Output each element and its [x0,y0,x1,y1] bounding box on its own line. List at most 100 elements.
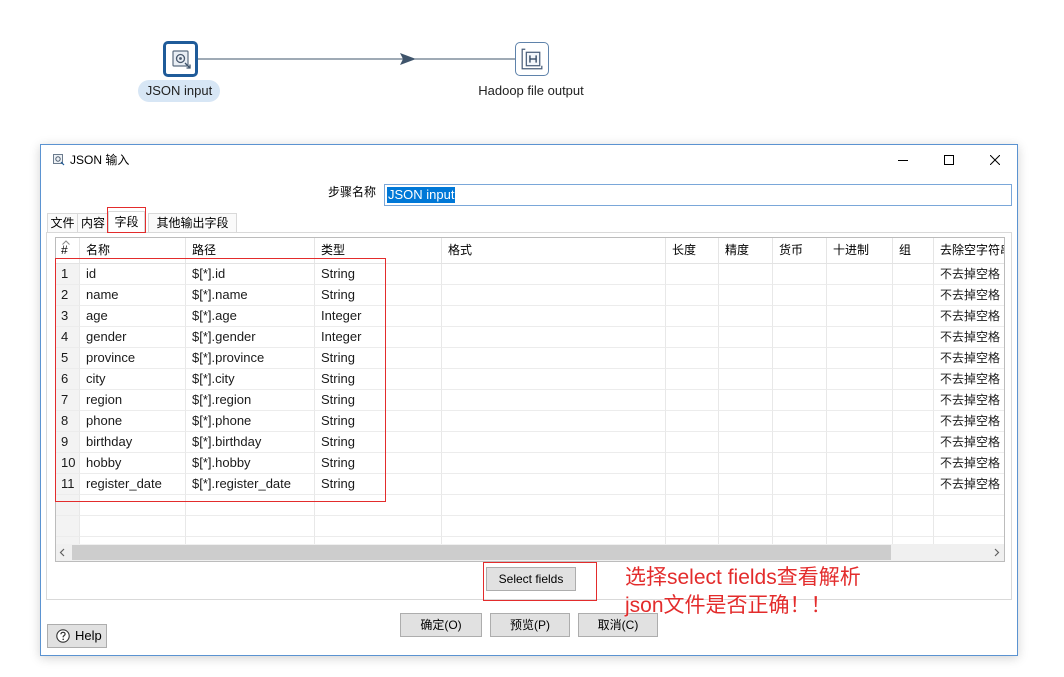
cell-empty[interactable] [893,516,934,537]
cell-empty[interactable] [80,537,186,544]
cell-trim[interactable]: 不去掉空格 [934,474,1004,495]
cell-trim[interactable]: 不去掉空格 [934,453,1004,474]
cell-format[interactable] [442,285,666,306]
cell-group[interactable] [893,411,934,432]
title-bar[interactable]: JSON 输入 [41,145,1017,175]
cell-precision[interactable] [719,369,773,390]
step-name-input[interactable]: JSON input [384,184,1012,206]
horizontal-scrollbar[interactable] [56,544,1004,561]
cell-empty[interactable] [719,537,773,544]
cell-length[interactable] [666,474,719,495]
cell-format[interactable] [442,327,666,348]
cell-group[interactable] [893,285,934,306]
cell-precision[interactable] [719,474,773,495]
cell-empty[interactable] [442,495,666,516]
cell-precision[interactable] [719,390,773,411]
column-header-decimal[interactable]: 十进制 [827,238,893,263]
cell-format[interactable] [442,411,666,432]
cell-trim[interactable]: 不去掉空格 [934,369,1004,390]
cell-length[interactable] [666,264,719,285]
cell-format[interactable] [442,348,666,369]
cell-currency[interactable] [773,327,827,348]
cell-group[interactable] [893,264,934,285]
cell-length[interactable] [666,369,719,390]
cell-empty[interactable] [773,537,827,544]
cell-decimal[interactable] [827,474,893,495]
cell-decimal[interactable] [827,264,893,285]
column-header-format[interactable]: 格式 [442,238,666,263]
cell-length[interactable] [666,306,719,327]
column-header-length[interactable]: 长度 [666,238,719,263]
cell-format[interactable] [442,306,666,327]
cell-length[interactable] [666,390,719,411]
cell-group[interactable] [893,453,934,474]
cell-format[interactable] [442,369,666,390]
cell-precision[interactable] [719,264,773,285]
cell-empty[interactable] [934,537,1004,544]
cell-currency[interactable] [773,264,827,285]
tab-content[interactable]: 内容 [77,213,109,233]
cell-group[interactable] [893,369,934,390]
maximize-button[interactable] [926,145,972,175]
close-button[interactable] [972,145,1018,175]
cell-empty[interactable] [186,537,315,544]
cell-empty[interactable] [719,516,773,537]
cell-trim[interactable]: 不去掉空格 [934,432,1004,453]
cell-precision[interactable] [719,453,773,474]
json-input-step-icon[interactable] [163,41,198,77]
cell-format[interactable] [442,432,666,453]
cell-format[interactable] [442,474,666,495]
cell-empty[interactable] [773,495,827,516]
cell-decimal[interactable] [827,306,893,327]
cell-decimal[interactable] [827,285,893,306]
cell-empty[interactable] [773,516,827,537]
cell-trim[interactable]: 不去掉空格 [934,327,1004,348]
cell-length[interactable] [666,285,719,306]
cell-precision[interactable] [719,348,773,369]
cell-group[interactable] [893,348,934,369]
cell-currency[interactable] [773,369,827,390]
cell-decimal[interactable] [827,348,893,369]
cell-trim[interactable]: 不去掉空格 [934,348,1004,369]
cell-currency[interactable] [773,285,827,306]
scroll-left-icon[interactable] [56,544,72,561]
cell-length[interactable] [666,348,719,369]
cell-decimal[interactable] [827,432,893,453]
cell-empty[interactable] [827,495,893,516]
tab-file[interactable]: 文件 [47,213,78,233]
cell-currency[interactable] [773,390,827,411]
ok-button[interactable]: 确定(O) [400,613,482,637]
cell-trim[interactable]: 不去掉空格 [934,411,1004,432]
cell-precision[interactable] [719,411,773,432]
column-header-group[interactable]: 组 [893,238,934,263]
cell-group[interactable] [893,474,934,495]
hop-arrow-icon[interactable] [197,50,517,68]
cell-length[interactable] [666,453,719,474]
cell-group[interactable] [893,327,934,348]
cell-empty[interactable] [666,537,719,544]
cell-trim[interactable]: 不去掉空格 [934,306,1004,327]
tab-additional-output-fields[interactable]: 其他输出字段 [148,213,237,233]
cell-empty[interactable] [827,516,893,537]
cell-empty[interactable] [827,537,893,544]
cell-empty[interactable] [666,495,719,516]
help-button[interactable]: Help [47,624,107,648]
scroll-right-icon[interactable] [988,544,1004,561]
cell-empty[interactable] [719,495,773,516]
cell-length[interactable] [666,432,719,453]
cell-empty[interactable] [666,516,719,537]
minimize-button[interactable] [880,145,926,175]
cell-empty[interactable] [442,516,666,537]
cell-precision[interactable] [719,432,773,453]
cell-length[interactable] [666,411,719,432]
cell-format[interactable] [442,390,666,411]
cell-precision[interactable] [719,327,773,348]
cell-group[interactable] [893,432,934,453]
cell-decimal[interactable] [827,390,893,411]
step-label-hadoop-file-output[interactable]: Hadoop file output [461,80,601,102]
cell-length[interactable] [666,327,719,348]
cell-decimal[interactable] [827,411,893,432]
cell-trim[interactable]: 不去掉空格 [934,264,1004,285]
cell-empty[interactable] [934,495,1004,516]
cell-empty[interactable] [934,516,1004,537]
